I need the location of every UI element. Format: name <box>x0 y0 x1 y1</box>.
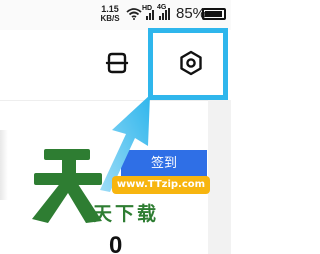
count-value: 0 <box>109 232 123 254</box>
watermark-url: www.TTzip.com <box>112 176 210 194</box>
watermark-site-name: 天下载 <box>93 203 160 225</box>
